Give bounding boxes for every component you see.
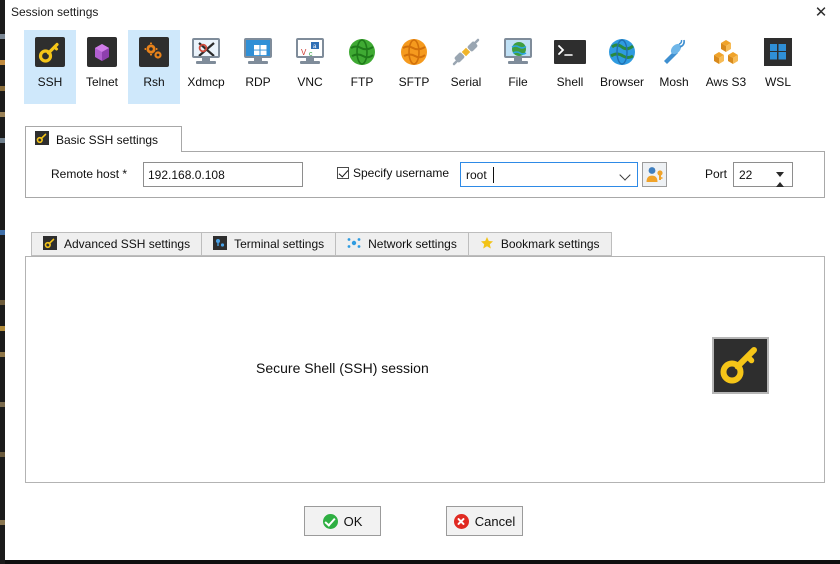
specify-username-checkbox[interactable]: Specify username: [337, 166, 449, 180]
title-bar: Session settings ✕: [5, 0, 840, 25]
session-settings-dialog: Session settings ✕ SSH Telnet Rsh Xdmcp …: [5, 0, 840, 564]
text-cursor: [493, 167, 494, 183]
svg-text:c: c: [309, 51, 313, 58]
session-type-label: Mosh: [659, 75, 689, 89]
session-type-serial[interactable]: Serial: [440, 30, 492, 104]
session-type-label: Browser: [599, 75, 644, 89]
session-type-label: Rsh: [143, 75, 165, 89]
mosh-satellite-icon: [658, 36, 690, 68]
session-type-label: SSH: [37, 75, 63, 89]
cancel-button[interactable]: Cancel: [446, 506, 523, 536]
tab-label: Advanced SSH settings: [64, 237, 191, 251]
session-type-rdp[interactable]: RDP: [232, 30, 284, 104]
network-dots-icon: [347, 236, 361, 253]
session-type-xdmcp[interactable]: Xdmcp: [180, 30, 232, 104]
session-type-browser[interactable]: Browser: [596, 30, 648, 104]
rsh-gears-icon: [138, 36, 170, 68]
session-type-label: Shell: [556, 75, 584, 89]
basic-ssh-settings-body: Remote host * Specify username root: [25, 151, 825, 198]
session-type-label: WSL: [764, 75, 791, 89]
tab-bookmark-settings[interactable]: Bookmark settings: [467, 232, 612, 256]
session-type-ftp[interactable]: FTP: [336, 30, 388, 104]
tab-advanced-ssh-settings[interactable]: Advanced SSH settings: [31, 232, 202, 256]
session-type-rsh[interactable]: Rsh: [128, 30, 180, 104]
shell-terminal-icon: [554, 36, 586, 68]
svg-text:V: V: [301, 48, 307, 57]
session-type-vnc[interactable]: a V c VNC: [284, 30, 336, 104]
session-type-telnet[interactable]: Telnet: [76, 30, 128, 104]
session-description-panel: Secure Shell (SSH) session: [25, 256, 825, 483]
ssh-key-icon: [712, 337, 769, 394]
select-user-button[interactable]: [642, 162, 667, 187]
ftp-green-globe-icon: [346, 36, 378, 68]
username-combobox[interactable]: root: [460, 162, 638, 187]
wsl-windows-icon: [762, 36, 794, 68]
aws-s3-cubes-icon: [710, 36, 742, 68]
vnc-monitor-icon: a V c: [294, 36, 326, 68]
file-monitor-globe-icon: [502, 36, 534, 68]
tab-label: Bookmark settings: [500, 237, 600, 251]
telnet-icon: [86, 36, 118, 68]
session-type-label: File: [508, 75, 528, 89]
tab-label: Network settings: [368, 237, 457, 251]
ok-label: OK: [343, 513, 363, 529]
browser-globe-icon: [606, 36, 638, 68]
session-type-label: VNC: [297, 75, 323, 89]
session-type-aws-s3[interactable]: Aws S3: [700, 30, 752, 104]
session-type-label: Serial: [450, 75, 482, 89]
session-type-sftp[interactable]: SFTP: [388, 30, 440, 104]
user-key-icon: [643, 167, 666, 189]
port-stepper[interactable]: 22: [733, 162, 793, 191]
tab-terminal-settings[interactable]: Terminal settings: [201, 232, 336, 256]
session-type-label: RDP: [245, 75, 271, 89]
window-title: Session settings: [11, 5, 99, 19]
cancel-label: Cancel: [474, 513, 516, 529]
chevron-down-icon[interactable]: [621, 171, 630, 180]
tab-label: Terminal settings: [234, 237, 325, 251]
session-description-text: Secure Shell (SSH) session: [256, 360, 429, 376]
terminal-icon: [213, 235, 228, 253]
session-type-label: Xdmcp: [187, 75, 225, 89]
remote-host-label: Remote host *: [51, 167, 128, 181]
session-type-label: Aws S3: [705, 75, 747, 89]
tab-label: Basic SSH settings: [56, 132, 159, 147]
session-type-label: SFTP: [398, 75, 430, 89]
port-decrement-button[interactable]: [776, 172, 785, 191]
remote-host-input[interactable]: [143, 162, 303, 187]
sftp-orange-globe-icon: [398, 36, 430, 68]
xdmcp-monitor-icon: [190, 36, 222, 68]
ssh-key-icon: [35, 131, 49, 148]
username-value: root: [466, 168, 487, 182]
session-type-ssh[interactable]: SSH: [24, 30, 76, 104]
check-circle-icon: [322, 513, 338, 529]
rdp-monitor-icon: [242, 36, 274, 68]
session-type-wsl[interactable]: WSL: [752, 30, 804, 104]
checkbox-box: [337, 167, 349, 179]
close-icon[interactable]: ✕: [806, 0, 836, 25]
session-type-file[interactable]: File: [492, 30, 544, 104]
session-type-shell[interactable]: Shell: [544, 30, 596, 104]
tab-basic-ssh-settings[interactable]: Basic SSH settings: [25, 126, 182, 152]
serial-plug-icon: [450, 36, 482, 68]
ok-button[interactable]: OK: [304, 506, 381, 536]
port-value: 22: [739, 168, 753, 182]
specify-username-label: Specify username: [353, 166, 450, 180]
settings-tab-strip: Advanced SSH settings Terminal settings: [31, 232, 612, 256]
port-label: Port: [705, 167, 728, 181]
session-type-label: FTP: [350, 75, 374, 89]
session-type-mosh[interactable]: Mosh: [648, 30, 700, 104]
star-icon: [480, 236, 494, 253]
basic-ssh-settings-group: Basic SSH settings Remote host * Specify…: [25, 126, 825, 198]
session-type-toolbar: SSH Telnet Rsh Xdmcp RDP a V c VNC FTP S…: [5, 26, 840, 108]
close-circle-icon: [453, 513, 469, 529]
ssh-key-icon: [34, 36, 66, 68]
tab-network-settings[interactable]: Network settings: [335, 232, 468, 256]
ssh-key-icon: [43, 235, 57, 253]
session-type-label: Telnet: [85, 75, 119, 89]
